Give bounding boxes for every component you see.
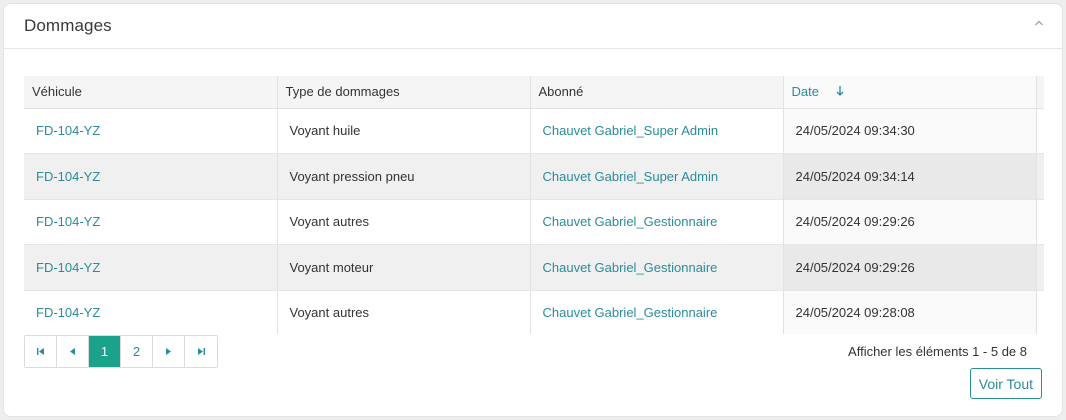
sort-descending-icon bbox=[835, 85, 845, 100]
date-cell: 24/05/2024 09:29:26 bbox=[783, 199, 1037, 245]
damage-type-cell: Voyant huile bbox=[277, 108, 531, 154]
table-row: FD-104-YZ Voyant autres Chauvet Gabriel_… bbox=[24, 199, 1044, 245]
abonne-link[interactable]: Chauvet Gabriel_Gestionnaire bbox=[530, 244, 784, 291]
date-cell: 24/05/2024 09:34:30 bbox=[783, 108, 1037, 154]
column-header-type[interactable]: Type de dommages bbox=[277, 76, 531, 109]
card-header: Dommages bbox=[4, 4, 1062, 49]
first-page-icon bbox=[36, 344, 45, 359]
table-row: FD-104-YZ Voyant autres Chauvet Gabriel_… bbox=[24, 290, 1044, 334]
date-cell: 24/05/2024 09:29:26 bbox=[783, 244, 1037, 291]
damage-type-cell: Voyant moteur bbox=[277, 244, 531, 291]
page-button-2[interactable]: 2 bbox=[121, 336, 153, 367]
view-all-button[interactable]: Voir Tout bbox=[969, 368, 1042, 399]
vehicule-link[interactable]: FD-104-YZ bbox=[24, 153, 278, 200]
pagination: 1 2 bbox=[24, 335, 218, 368]
table-row: FD-104-YZ Voyant pression pneu Chauvet G… bbox=[24, 153, 1044, 200]
damages-grid: Véhicule Type de dommages Abonné Date FD… bbox=[24, 76, 1044, 334]
abonne-link[interactable]: Chauvet Gabriel_Super Admin bbox=[530, 153, 784, 200]
vehicule-link[interactable]: FD-104-YZ bbox=[24, 290, 278, 334]
table-row: FD-104-YZ Voyant huile Chauvet Gabriel_S… bbox=[24, 108, 1044, 154]
row-spacer bbox=[1036, 290, 1044, 334]
first-page-button[interactable] bbox=[25, 336, 57, 367]
row-spacer bbox=[1036, 199, 1044, 245]
table-header-row: Véhicule Type de dommages Abonné Date bbox=[24, 76, 1044, 109]
card-title: Dommages bbox=[24, 16, 112, 35]
chevron-up-icon[interactable] bbox=[1032, 16, 1046, 30]
row-spacer bbox=[1036, 244, 1044, 291]
last-page-button[interactable] bbox=[185, 336, 217, 367]
column-header-abonne[interactable]: Abonné bbox=[530, 76, 784, 109]
date-cell: 24/05/2024 09:34:14 bbox=[783, 153, 1037, 200]
page-button-1[interactable]: 1 bbox=[89, 336, 121, 367]
pagination-info: Afficher les éléments 1 - 5 de 8 bbox=[848, 344, 1027, 359]
damage-type-cell: Voyant autres bbox=[277, 290, 531, 334]
row-spacer bbox=[1036, 108, 1044, 154]
damage-type-cell: Voyant autres bbox=[277, 199, 531, 245]
damage-type-cell: Voyant pression pneu bbox=[277, 153, 531, 200]
table-row: FD-104-YZ Voyant moteur Chauvet Gabriel_… bbox=[24, 244, 1044, 291]
abonne-link[interactable]: Chauvet Gabriel_Gestionnaire bbox=[530, 290, 784, 334]
abonne-link[interactable]: Chauvet Gabriel_Gestionnaire bbox=[530, 199, 784, 245]
column-header-vehicule[interactable]: Véhicule bbox=[24, 76, 278, 109]
next-page-icon bbox=[164, 344, 173, 359]
row-spacer bbox=[1036, 153, 1044, 200]
damages-card: Dommages Véhicule Type de dommages Abonn… bbox=[3, 3, 1063, 417]
damages-table: Véhicule Type de dommages Abonné Date FD… bbox=[24, 76, 1044, 334]
column-header-date[interactable]: Date bbox=[782, 76, 1037, 109]
last-page-icon bbox=[197, 344, 206, 359]
abonne-link[interactable]: Chauvet Gabriel_Super Admin bbox=[530, 108, 784, 154]
vehicule-link[interactable]: FD-104-YZ bbox=[24, 244, 278, 291]
previous-page-button[interactable] bbox=[57, 336, 89, 367]
vehicule-link[interactable]: FD-104-YZ bbox=[24, 199, 278, 245]
next-page-button[interactable] bbox=[153, 336, 185, 367]
header-scroll-spacer bbox=[1036, 76, 1044, 109]
column-header-date-label: Date bbox=[791, 83, 819, 99]
vehicule-link[interactable]: FD-104-YZ bbox=[24, 108, 278, 154]
date-cell: 24/05/2024 09:28:08 bbox=[783, 290, 1037, 334]
previous-page-icon bbox=[68, 344, 77, 359]
